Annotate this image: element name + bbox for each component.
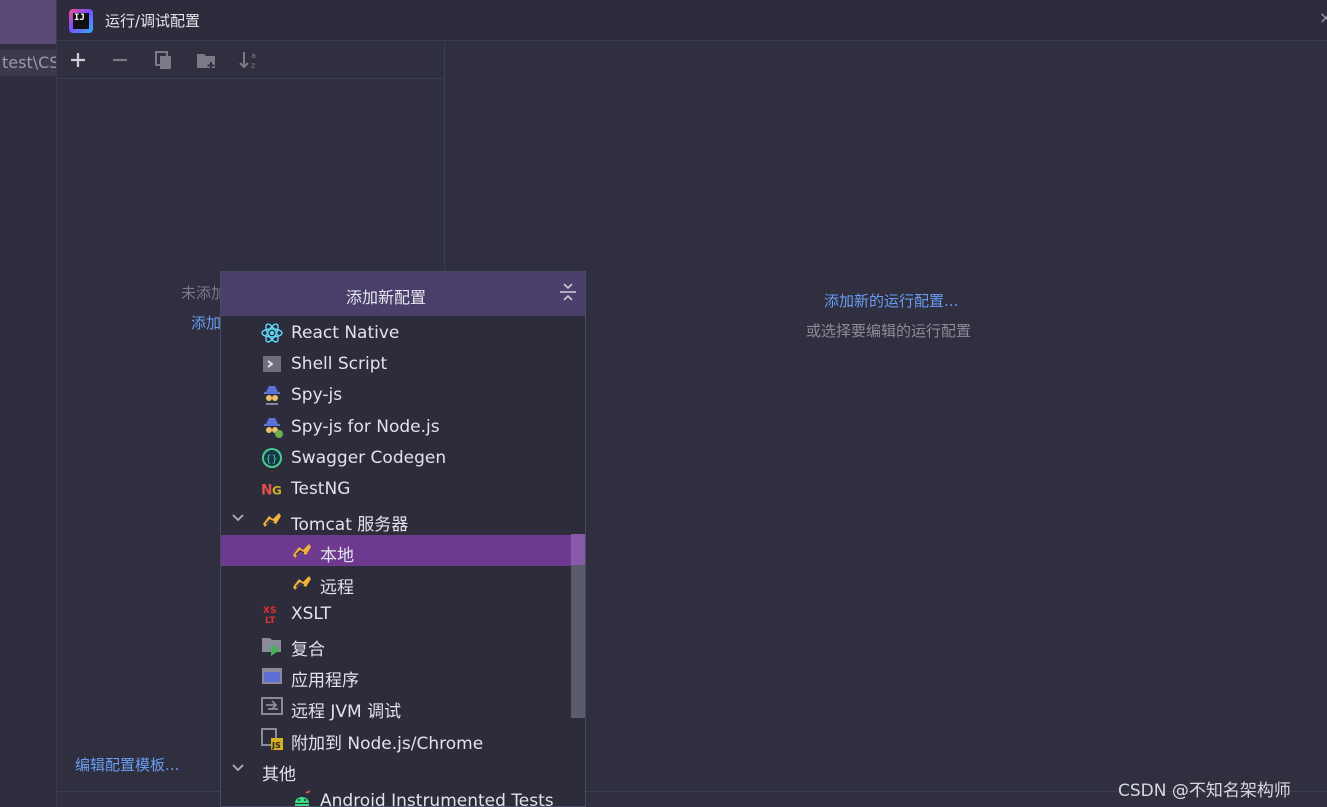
- select-config-hint: 或选择要编辑的运行配置: [806, 322, 972, 340]
- svg-text:N: N: [261, 483, 273, 499]
- remove-icon[interactable]: [108, 48, 132, 72]
- remote-jvm-icon: [261, 696, 283, 718]
- config-type-label: 复合: [291, 640, 325, 660]
- config-type-label: XSLT: [291, 603, 331, 624]
- config-type-label: Swagger Codegen: [291, 447, 447, 468]
- background-tab: [0, 0, 56, 44]
- svg-text:z: z: [251, 61, 255, 70]
- svg-text:a: a: [251, 51, 256, 60]
- config-type-item[interactable]: 远程 JVM 调试: [221, 691, 585, 723]
- popup-header: 添加新配置: [221, 272, 585, 316]
- svg-text:LT: LT: [265, 616, 276, 625]
- config-type-label: Spy-js for Node.js: [291, 416, 440, 437]
- android-icon: [291, 790, 313, 806]
- config-type-item[interactable]: {} Swagger Codegen: [221, 442, 585, 473]
- tomcat-icon: [291, 540, 313, 562]
- shell-script-icon: [261, 353, 283, 375]
- spy-js-node-icon: [261, 416, 283, 438]
- config-type-item[interactable]: JS 附加到 Node.js/Chrome: [221, 723, 585, 754]
- config-type-label: React Native: [291, 323, 400, 343]
- config-type-label: Spy-js: [291, 385, 343, 406]
- config-type-label: TestNG: [291, 479, 351, 499]
- config-type-item[interactable]: 本地: [221, 535, 585, 567]
- title-bar: IJ 运行/调试配置 ×: [57, 0, 1327, 41]
- logo-mark: IJ: [74, 13, 85, 23]
- close-icon[interactable]: ×: [1319, 8, 1327, 27]
- svg-text:JS: JS: [271, 741, 281, 750]
- config-type-item[interactable]: Shell Script: [221, 348, 585, 379]
- add-new-run-config-link[interactable]: 添加新的运行配置...: [824, 290, 958, 311]
- chevron-down-icon[interactable]: [231, 510, 245, 524]
- svg-text:XS: XS: [263, 606, 276, 616]
- edit-templates-link[interactable]: 编辑配置模板...: [75, 754, 179, 775]
- collapse-all-icon[interactable]: [559, 282, 577, 302]
- swagger-icon: {}: [261, 447, 283, 469]
- sort-icon[interactable]: az: [237, 48, 261, 72]
- copy-icon[interactable]: [151, 48, 175, 72]
- config-type-label: Tomcat 服务器: [291, 515, 409, 536]
- config-type-item[interactable]: 其他: [221, 754, 585, 785]
- config-type-label: 远程 JVM 调试: [291, 702, 402, 723]
- config-type-item[interactable]: Spy-js for Node.js: [221, 411, 585, 442]
- config-type-item[interactable]: N G TestNG: [221, 473, 585, 504]
- config-type-item[interactable]: React Native: [221, 317, 585, 348]
- tomcat-icon: [261, 509, 283, 531]
- chevron-down-icon[interactable]: [231, 760, 245, 774]
- xslt-icon: XS LT: [261, 603, 283, 625]
- background-path: test\CS: [0, 50, 56, 76]
- config-type-label: Shell Script: [291, 354, 388, 375]
- add-icon[interactable]: [66, 48, 90, 72]
- config-type-label: 附加到 Node.js/Chrome: [291, 733, 484, 754]
- testng-icon: NG: [261, 478, 283, 500]
- config-type-item[interactable]: Spy-js: [221, 379, 585, 410]
- config-type-label: 应用程序: [291, 671, 359, 692]
- compound-icon: [261, 634, 283, 656]
- popup-title: 添加新配置: [345, 288, 426, 307]
- watermark: CSDN @不知名架构师: [1118, 781, 1291, 801]
- add-config-link[interactable]: 添加: [191, 312, 221, 333]
- config-type-item[interactable]: Tomcat 服务器: [221, 504, 585, 536]
- config-type-label: Android Instrumented Tests: [320, 791, 554, 807]
- configuration-toolbar: az: [57, 41, 445, 79]
- svg-text:G: G: [272, 484, 282, 498]
- config-type-label: 本地: [320, 546, 354, 567]
- tomcat-icon: [291, 572, 313, 594]
- attach-node-icon: JS: [261, 727, 283, 750]
- scrollbar-thumb[interactable]: [571, 534, 585, 565]
- config-type-item[interactable]: Android Instrumented Tests: [221, 785, 585, 807]
- config-type-item[interactable]: XS LT XSLT: [221, 598, 585, 629]
- config-type-item[interactable]: 远程: [221, 567, 585, 598]
- svg-text:{}: {}: [266, 454, 278, 465]
- folder-add-icon[interactable]: [194, 48, 218, 72]
- application-icon: [261, 665, 283, 687]
- config-type-label: 远程: [320, 577, 354, 598]
- background-ide: [0, 0, 56, 807]
- react-icon: [261, 322, 283, 344]
- add-new-config-popup: 添加新配置 React Native Shell Script Spy-js Spy-…: [220, 271, 586, 807]
- config-type-label: 其他: [262, 764, 296, 785]
- config-type-item[interactable]: 应用程序: [221, 660, 585, 692]
- config-type-item[interactable]: 复合: [221, 629, 585, 660]
- dialog-title: 运行/调试配置: [105, 12, 201, 30]
- spy-js-icon: [261, 384, 283, 406]
